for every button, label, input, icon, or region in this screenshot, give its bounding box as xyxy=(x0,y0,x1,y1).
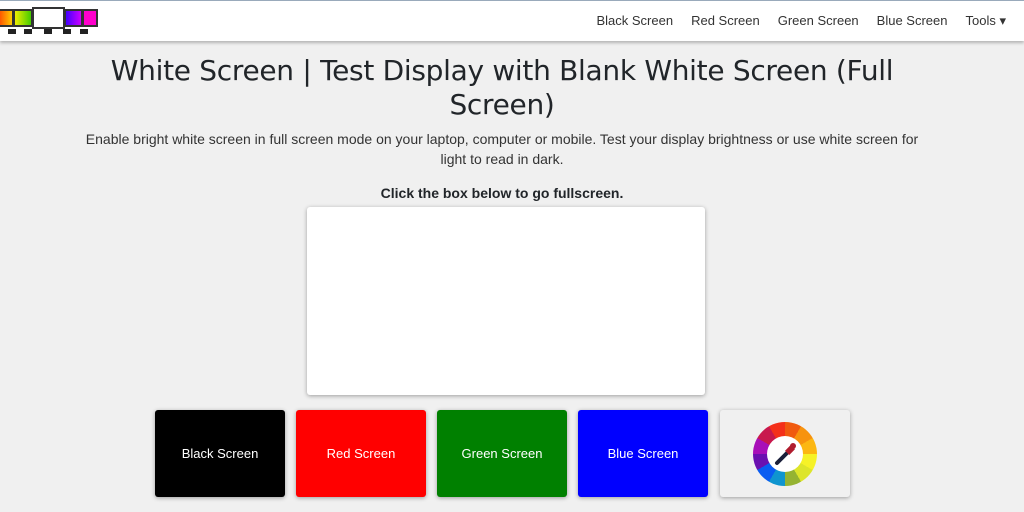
navbar: Black Screen Red Screen Green Screen Blu… xyxy=(0,0,1024,41)
fullscreen-hint: Click the box below to go fullscreen. xyxy=(380,185,624,201)
page-description: Enable bright white screen in full scree… xyxy=(85,131,919,167)
nav-blue-screen[interactable]: Blue Screen xyxy=(877,13,948,29)
logo[interactable] xyxy=(0,7,100,35)
color-picker-icon xyxy=(753,422,817,486)
nav-black-screen[interactable]: Black Screen xyxy=(596,13,673,29)
blue-screen-button[interactable]: Blue Screen xyxy=(578,410,708,497)
nav-green-screen[interactable]: Green Screen xyxy=(778,13,859,29)
white-screen-box[interactable] xyxy=(307,207,705,395)
red-screen-button[interactable]: Red Screen xyxy=(296,410,426,497)
green-screen-button[interactable]: Green Screen xyxy=(437,410,567,497)
page-title: White Screen | Test Display with Blank W… xyxy=(110,54,894,121)
black-screen-button[interactable]: Black Screen xyxy=(155,410,285,497)
nav-red-screen[interactable]: Red Screen xyxy=(691,13,760,29)
nav-tools-dropdown[interactable]: Tools ▾ xyxy=(966,13,1007,29)
